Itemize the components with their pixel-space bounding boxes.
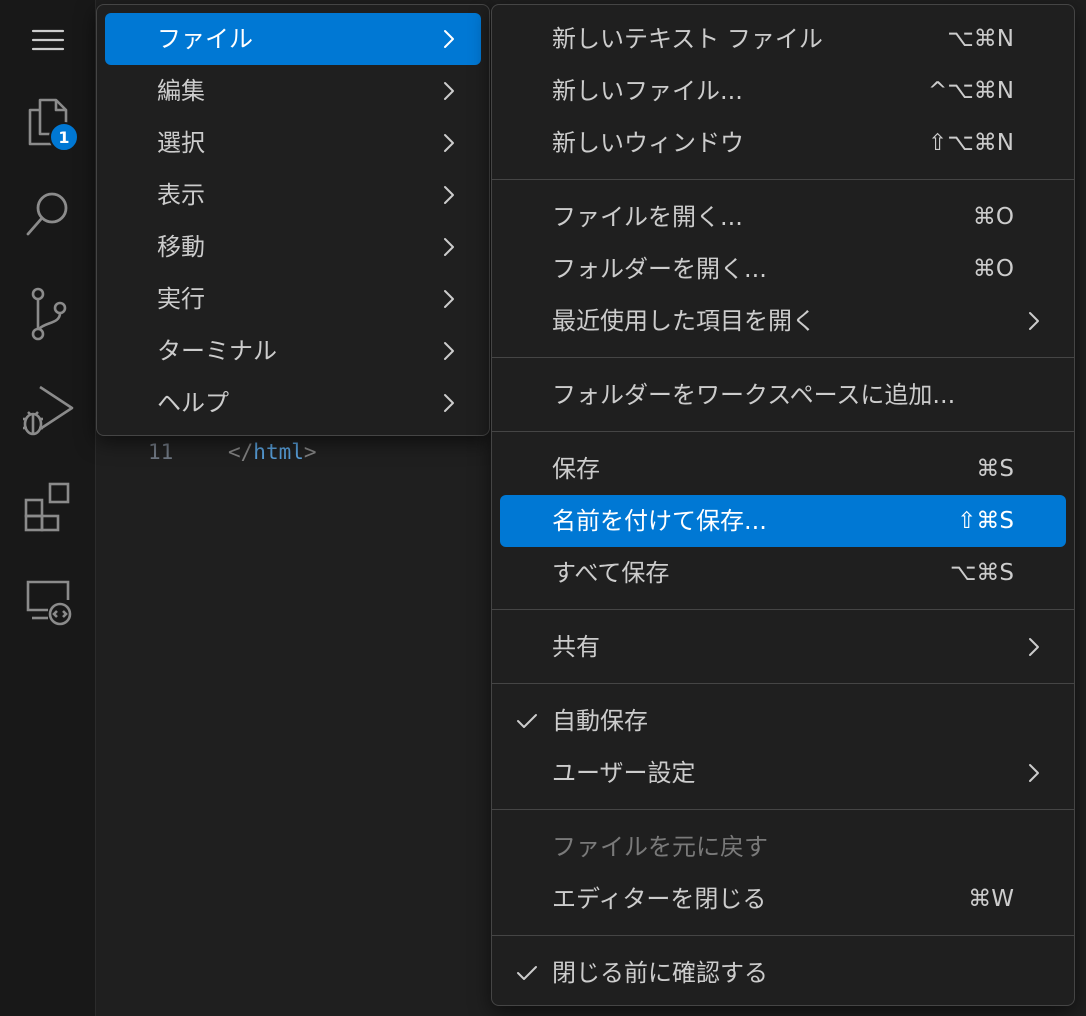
search-icon[interactable] [0, 182, 95, 246]
file-menu-item-5[interactable]: 最近使用した項目を開く [500, 295, 1066, 347]
code-line: 11 </html> [148, 438, 317, 466]
menu-item-label: フォルダーを開く... [552, 255, 767, 283]
menu-item-label: 閉じる前に確認する [552, 959, 768, 987]
keyboard-shortcut: ⌥⌘N [947, 26, 1014, 52]
menu-item-label: 新しいテキスト ファイル [552, 25, 823, 53]
menu-item-label: エディターを閉じる [552, 885, 767, 913]
run-debug-icon[interactable] [0, 378, 95, 442]
file-menu-item-8[interactable]: 名前を付けて保存... ⇧⌘S [500, 495, 1066, 547]
keyboard-shortcut: ⌘O [972, 256, 1014, 282]
file-menu-item-13: ファイルを元に戻す [500, 821, 1066, 873]
menu-item-label: 選択 [157, 129, 205, 157]
menu-item-label: ユーザー設定 [552, 759, 696, 787]
file-menu-item-11[interactable]: 自動保存 [500, 695, 1066, 747]
keyboard-shortcut: ⇧⌥⌘N [928, 130, 1014, 156]
remote-explorer-icon[interactable] [0, 570, 95, 634]
file-menu-item-12[interactable]: ユーザー設定 [500, 747, 1066, 799]
checkmark-icon [514, 947, 540, 999]
main-menu-item-6[interactable]: ターミナル [105, 325, 481, 377]
menu-icon[interactable] [0, 8, 95, 72]
file-menu-item-10[interactable]: 共有 [500, 621, 1066, 673]
file-menu-item-9[interactable]: すべて保存 ⌥⌘S [500, 547, 1066, 599]
extensions-icon[interactable] [0, 474, 95, 538]
chevron-right-icon [1024, 621, 1044, 673]
chevron-right-icon [439, 65, 459, 117]
main-menu-item-3[interactable]: 表示 [105, 169, 481, 221]
main-menu-item-2[interactable]: 選択 [105, 117, 481, 169]
menu-item-label: 移動 [157, 233, 205, 261]
source-control-icon[interactable] [0, 282, 95, 346]
main-menu-item-0[interactable]: ファイル [105, 13, 481, 65]
files-icon[interactable] [0, 90, 95, 154]
menu-item-label: ファイル [157, 25, 253, 53]
menu-item-label: 新しいウィンドウ [552, 129, 744, 157]
menu-item-label: ファイルを元に戻す [552, 833, 768, 861]
menu-item-label: 自動保存 [552, 707, 648, 735]
menu-item-label: 共有 [552, 633, 600, 661]
chevron-right-icon [439, 273, 459, 325]
menu-item-label: フォルダーをワークスペースに追加... [552, 381, 956, 409]
tag-close-bracket: > [303, 440, 317, 464]
chevron-right-icon [439, 13, 459, 65]
menu-item-label: 表示 [157, 181, 205, 209]
keyboard-shortcut: ⌘S [976, 456, 1014, 482]
file-submenu: 新しいテキスト ファイル ⌥⌘N 新しいファイル... ^⌥⌘N 新しいウィンドウ ⇧⌥⌘… [491, 4, 1075, 1006]
file-menu-item-3[interactable]: ファイルを開く... ⌘O [500, 191, 1066, 243]
menu-item-label: 編集 [157, 77, 205, 105]
menu-item-label: 名前を付けて保存... [552, 507, 767, 535]
menu-item-label: ヘルプ [157, 389, 229, 417]
main-menu-item-5[interactable]: 実行 [105, 273, 481, 325]
main-menu: ファイル編集選択表示移動実行ターミナルヘルプ [96, 4, 490, 436]
line-number: 11 [148, 440, 174, 464]
menu-item-label: 最近使用した項目を開く [552, 307, 816, 335]
keyboard-shortcut: ⌘O [972, 204, 1014, 230]
file-menu-item-6[interactable]: フォルダーをワークスペースに追加... [500, 369, 1066, 421]
main-menu-item-7[interactable]: ヘルプ [105, 377, 481, 429]
main-menu-item-1[interactable]: 編集 [105, 65, 481, 117]
chevron-right-icon [439, 117, 459, 169]
chevron-right-icon [439, 377, 459, 429]
menu-item-label: 新しいファイル... [552, 77, 743, 105]
activity-bar: 1 [0, 0, 96, 1016]
chevron-right-icon [1024, 295, 1044, 347]
keyboard-shortcut: ^⌥⌘N [928, 78, 1014, 104]
keyboard-shortcut: ⇧⌘S [957, 508, 1014, 534]
menu-item-label: 実行 [157, 285, 205, 313]
file-menu-item-15[interactable]: 閉じる前に確認する [500, 947, 1066, 999]
file-menu-item-14[interactable]: エディターを閉じる ⌘W [500, 873, 1066, 925]
keyboard-shortcut: ⌥⌘S [949, 560, 1014, 586]
chevron-right-icon [439, 169, 459, 221]
checkmark-icon [514, 695, 540, 747]
menu-separator [492, 179, 1074, 180]
chevron-right-icon [439, 325, 459, 377]
file-menu-item-1[interactable]: 新しいファイル... ^⌥⌘N [500, 65, 1066, 117]
keyboard-shortcut: ⌘W [968, 886, 1014, 912]
file-menu-item-2[interactable]: 新しいウィンドウ ⇧⌥⌘N [500, 117, 1066, 169]
menu-item-label: すべて保存 [552, 559, 670, 587]
menu-separator [492, 935, 1074, 936]
chevron-right-icon [439, 221, 459, 273]
menu-item-label: 保存 [552, 455, 600, 483]
menu-separator [492, 683, 1074, 684]
tag-open-bracket: </ [228, 440, 254, 464]
menu-separator [492, 609, 1074, 610]
main-menu-item-4[interactable]: 移動 [105, 221, 481, 273]
menu-separator [492, 431, 1074, 432]
explorer-badge: 1 [49, 122, 79, 152]
file-menu-item-0[interactable]: 新しいテキスト ファイル ⌥⌘N [500, 13, 1066, 65]
tag-name: html [253, 440, 304, 464]
menu-item-label: ターミナル [157, 337, 277, 365]
menu-separator [492, 357, 1074, 358]
file-menu-item-7[interactable]: 保存 ⌘S [500, 443, 1066, 495]
file-menu-item-4[interactable]: フォルダーを開く... ⌘O [500, 243, 1066, 295]
chevron-right-icon [1024, 747, 1044, 799]
menu-separator [492, 809, 1074, 810]
menu-item-label: ファイルを開く... [552, 203, 743, 231]
